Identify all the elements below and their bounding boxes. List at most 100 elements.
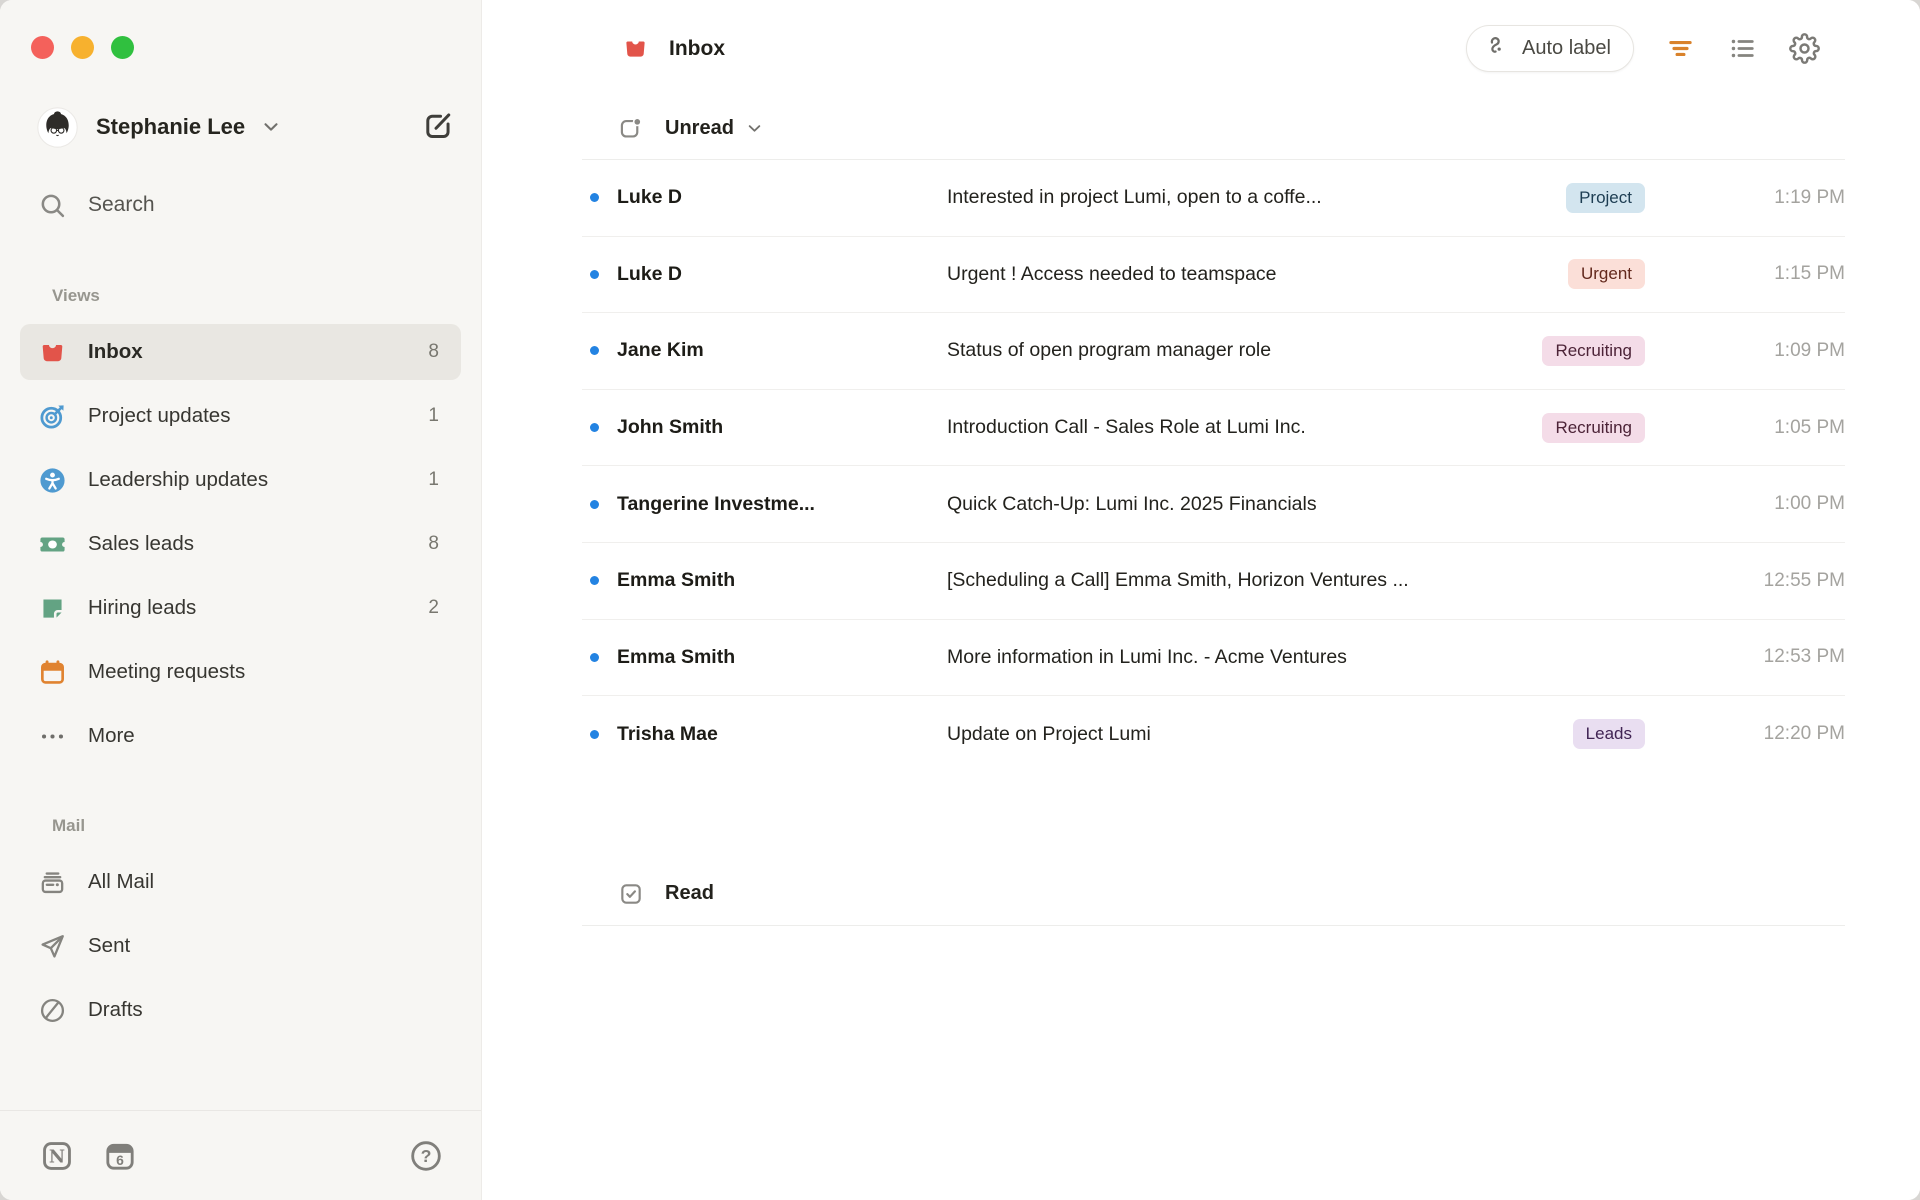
calendar-badge-icon: 6 [103,1139,137,1173]
minimize-window-button[interactable] [71,36,94,59]
email-row[interactable]: Luke D Urgent ! Access needed to teamspa… [582,237,1845,314]
read-group-header[interactable]: Read [582,863,1845,926]
unread-dot-indicator [590,423,599,433]
note-icon [38,594,67,623]
email-subject: Quick Catch-Up: Lumi Inc. 2025 Financial… [947,492,1317,515]
settings-button[interactable] [1789,33,1820,64]
calendar-icon [38,658,67,687]
email-row[interactable]: Emma Smith [Scheduling a Call] Emma Smit… [582,543,1845,620]
sidebar-item-label: Leadership updates [88,468,269,491]
email-row[interactable]: Jane Kim Status of open program manager … [582,313,1845,390]
mail-panel: Inbox Auto label Unread Luke D Intereste… [482,0,1920,1200]
sidebar-item-sales-leads[interactable]: Sales leads 8 [20,516,461,572]
email-sender: Luke D [617,186,683,209]
sidebar: Stephanie Lee Search Views Inbox 8 Proje… [0,0,482,1200]
ellipsis-icon [38,722,67,751]
page-title-text: Inbox [669,36,725,60]
email-row[interactable]: Tangerine Investme... Quick Catch-Up: Lu… [582,466,1845,543]
search-button[interactable]: Search [20,182,461,228]
email-subject: Update on Project Lumi [947,722,1151,745]
drafts-icon [38,996,67,1025]
sidebar-item-count: 1 [428,405,439,426]
account-switcher[interactable]: Stephanie Lee [20,105,461,149]
unread-dot-indicator [590,193,599,203]
sidebar-section: Mail All Mail Sent Drafts [20,814,461,1038]
unread-dot-indicator [590,652,599,662]
header-actions: Auto label [1466,25,1820,72]
sidebar-item-more[interactable]: More [20,708,461,764]
unread-email-rows: Luke D Interested in project Lumi, open … [582,160,1845,773]
email-subject: More information in Lumi Inc. - Acme Ven… [947,645,1347,668]
email-sender: Emma Smith [617,645,736,668]
window-controls [20,0,461,59]
close-window-button[interactable] [31,36,54,59]
email-label-badge: Recruiting [1542,412,1645,443]
user-name: Stephanie Lee [96,114,246,139]
help-icon: ? [409,1139,443,1173]
email-time: 1:09 PM [1774,339,1845,361]
list-view-button[interactable] [1727,33,1758,64]
email-row[interactable]: John Smith Introduction Call - Sales Rol… [582,390,1845,467]
compose-button[interactable] [419,108,457,146]
sidebar-item-leadership-updates[interactable]: Leadership updates 1 [20,452,461,508]
sidebar-item-label: Sales leads [88,532,194,555]
email-time: 1:00 PM [1774,493,1845,515]
filter-button[interactable] [1665,33,1696,64]
unread-dot-indicator [590,346,599,356]
sidebar-item-label: Inbox [88,340,143,363]
sidebar-footer: N 6 ? [0,1110,481,1200]
calendar-app-button[interactable]: 6 [103,1139,137,1173]
unread-dot-indicator [590,499,599,509]
notion-logo-button[interactable]: N [40,1139,74,1173]
read-checkbox-icon [618,881,644,907]
sidebar-item-label: Hiring leads [88,596,197,619]
email-sender: Luke D [617,262,683,285]
send-icon [38,932,67,961]
sidebar-item-hiring-leads[interactable]: Hiring leads 2 [20,580,461,636]
email-sender: John Smith [617,416,724,439]
auto-label-button[interactable]: Auto label [1466,25,1634,72]
chevron-down-icon [259,115,283,139]
email-row[interactable]: Trisha Mae Update on Project Lumi Leads … [582,696,1845,773]
sidebar-item-count: 1 [428,469,439,490]
sidebar-item-label: All Mail [88,870,155,893]
email-time: 1:19 PM [1774,186,1845,208]
sidebar-item-label: Meeting requests [88,660,246,683]
email-sender: Emma Smith [617,569,736,592]
money-icon [38,530,67,559]
search-label: Search [88,193,155,216]
sidebar-item-all-mail[interactable]: All Mail [20,854,461,910]
all-mail-icon [38,868,67,897]
sidebar-item-label: Drafts [88,998,143,1021]
auto-label-text: Auto label [1522,37,1611,59]
unread-icon [618,115,644,141]
sidebar-item-drafts[interactable]: Drafts [20,982,461,1038]
zoom-window-button[interactable] [111,36,134,59]
email-list: Unread Luke D Interested in project Lumi… [482,97,1920,926]
sidebar-item-sent[interactable]: Sent [20,918,461,974]
email-time: 12:20 PM [1763,723,1845,745]
email-sender: Trisha Mae [617,722,718,745]
search-icon [38,191,67,220]
sidebar-item-project-updates[interactable]: Project updates 1 [20,388,461,444]
sidebar-item-inbox[interactable]: Inbox 8 [20,324,461,380]
email-subject: Interested in project Lumi, open to a co… [947,186,1322,209]
svg-text:?: ? [421,1145,432,1165]
unread-dot-indicator [590,269,599,279]
email-time: 12:55 PM [1763,569,1845,591]
sidebar-item-label: More [88,724,135,747]
help-button[interactable]: ? [409,1139,443,1173]
read-group-label: Read [665,882,714,905]
inbox-icon [38,338,67,367]
email-time: 1:15 PM [1774,263,1845,285]
list-view-icon [1727,33,1758,64]
unread-group-header[interactable]: Unread [582,97,1845,160]
email-label-badge: Urgent [1567,259,1645,290]
sidebar-item-meeting-requests[interactable]: Meeting requests [20,644,461,700]
email-time: 12:53 PM [1763,646,1845,668]
sidebar-section: Views Inbox 8 Project updates 1 Leadersh… [20,284,461,764]
notion-logo-icon: N [40,1139,74,1173]
email-row[interactable]: Emma Smith More information in Lumi Inc.… [582,620,1845,697]
email-row[interactable]: Luke D Interested in project Lumi, open … [582,160,1845,237]
svg-text:N: N [49,1146,65,1167]
